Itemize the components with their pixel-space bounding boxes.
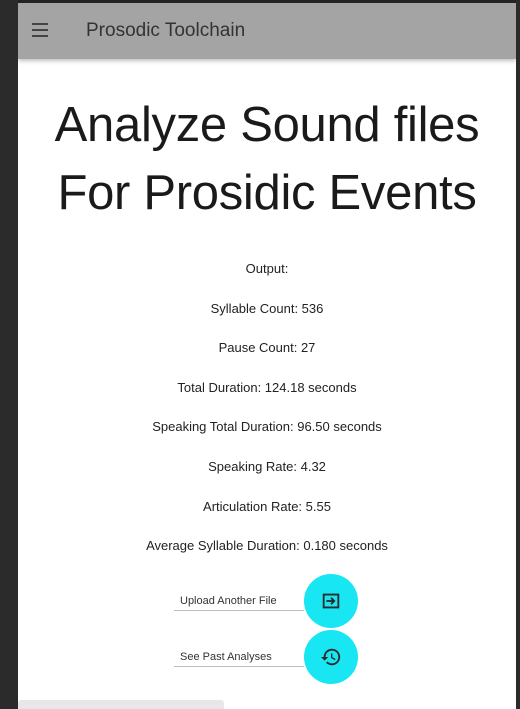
syllable-count: Syllable Count: 536: [210, 300, 324, 316]
page-headline: Analyze Sound files For Prosidic Events: [18, 91, 516, 227]
window-right-border: [516, 0, 520, 709]
window-left-border: [0, 0, 18, 709]
upload-file-button[interactable]: [304, 574, 358, 628]
total-duration: Total Duration: 124.18 seconds: [177, 379, 357, 395]
output-label: Output:: [245, 261, 289, 276]
output-panel: Output: Syllable Count: 536 Pause Count:…: [18, 260, 516, 577]
articulation-rate: Articulation Rate: 5.55: [203, 498, 331, 514]
hamburger-menu-icon[interactable]: [32, 23, 50, 39]
top-toolbar: Prosodic Toolchain: [18, 3, 516, 59]
speaking-rate: Speaking Rate: 4.32: [208, 458, 326, 474]
app-title: Prosodic Toolchain: [86, 20, 246, 41]
see-past-analyses-label[interactable]: See Past Analyses: [174, 647, 304, 667]
bottom-scrollbar[interactable]: [18, 700, 224, 709]
history-icon: [320, 648, 341, 666]
upload-file-icon: [322, 593, 340, 609]
app-window: Prosodic Toolchain Analyze Sound files F…: [18, 3, 516, 709]
upload-another-file-label[interactable]: Upload Another File: [174, 591, 304, 611]
headline-line-1: Analyze Sound files: [54, 98, 480, 152]
pause-count: Pause Count: 27: [218, 340, 316, 356]
average-syllable-duration: Average Syllable Duration: 0.180 seconds: [146, 538, 388, 554]
speaking-total-duration: Speaking Total Duration: 96.50 seconds: [152, 419, 382, 435]
headline-line-2: For Prosidic Events: [57, 166, 477, 220]
see-past-analyses-button[interactable]: [304, 630, 358, 684]
